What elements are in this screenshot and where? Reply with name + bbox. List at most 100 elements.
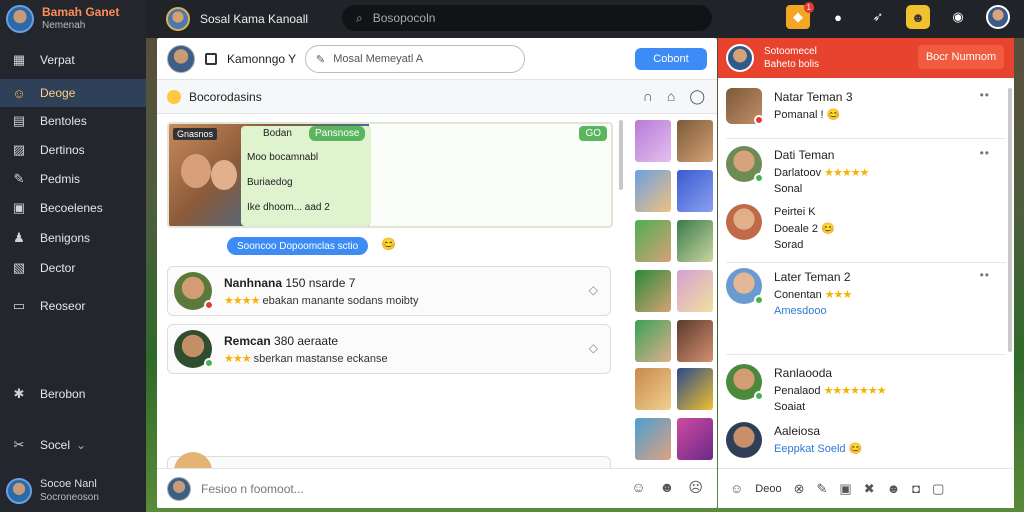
emoji-icon: 😊 [826, 109, 841, 121]
post-action-badge[interactable]: GO [579, 126, 607, 141]
post-line: Buriaedog [247, 177, 293, 188]
photo-thumb[interactable] [635, 220, 671, 262]
block-icon[interactable]: ⊗ [794, 481, 805, 497]
sidebar-item-becoelenes[interactable]: ▣ Becoelenes [0, 194, 146, 222]
photo-thumb[interactable] [635, 170, 671, 212]
friend-detail: Soaiat [774, 401, 806, 413]
friend-item[interactable]: Dati Teman Darlatoov ★★★★★ Sonal •• [726, 146, 1002, 195]
item-subtitle: sberkan mastanse eckanse [253, 352, 388, 365]
composer-input[interactable]: Fesioo n foomoot... [201, 482, 304, 496]
select-checkbox[interactable] [205, 52, 217, 65]
search-input[interactable]: ⌕ Bosopocoln [342, 5, 712, 31]
emoji-icon[interactable]: ☺ [631, 479, 645, 496]
connect-button[interactable]: Cobont [635, 48, 707, 70]
more-icon[interactable]: •• [980, 268, 990, 282]
photo-thumb[interactable] [677, 270, 713, 312]
reaction-icon[interactable]: ☹ [688, 479, 703, 496]
photo-thumb[interactable] [677, 220, 713, 262]
person-icon: ♟ [13, 230, 25, 245]
toolbar-label[interactable]: Deoo [755, 483, 781, 495]
delete-icon[interactable]: ✖ [864, 481, 875, 497]
avatar [726, 204, 762, 240]
chevron-down-icon: ⌄ [76, 438, 87, 452]
suggestion-pill[interactable]: Sooncoo Dopoomclas sctio [227, 237, 369, 255]
rocket-icon[interactable]: ➶ [866, 5, 890, 29]
emoji-icon [167, 89, 181, 104]
photo-thumb[interactable] [677, 418, 713, 460]
sidebar-item-dertinos[interactable]: ▨ Dertinos [0, 136, 146, 164]
more-icon[interactable]: •• [980, 146, 990, 160]
friend-item[interactable]: Later Teman 2 Conentan ★★★ Amesdooo •• [726, 268, 1002, 317]
sidebar-item-berobon[interactable]: ✱ Berobon [0, 380, 146, 408]
avatar [174, 330, 214, 368]
sidebar-item-deoge[interactable]: ☺ Deoge [0, 79, 146, 107]
sidebar-item-reoseor[interactable]: ▭ Reoseor [0, 292, 146, 320]
user-avatar[interactable] [986, 5, 1010, 29]
friend-item[interactable]: Peirtei K Doeale 2 😊 Sorad [726, 204, 1002, 251]
sticker-icon[interactable]: ☻ [660, 479, 675, 496]
pencil-icon[interactable]: ✎ [816, 481, 827, 497]
photo-thumb[interactable] [677, 368, 713, 410]
post-badge[interactable]: Pansnose [309, 126, 366, 141]
sidebar-profile[interactable]: Bamah Ganet Nemenah [0, 0, 146, 38]
friend-status: Eeppkat Soeld [774, 443, 846, 455]
lock-icon[interactable]: ◘ [912, 481, 920, 496]
emoji-icon[interactable]: ☺ [730, 481, 743, 496]
avatar [726, 88, 764, 125]
friend-status: Doeale 2 [774, 223, 819, 235]
more-icon[interactable]: •• [980, 88, 990, 102]
sidebar-item-socel[interactable]: ✂ Socel ⌄ [0, 431, 146, 459]
avatar[interactable] [166, 7, 190, 31]
list-item[interactable]: Nanhnana 150 nsarde 7 ★★★★ ebakan manant… [167, 266, 611, 316]
friend-item[interactable]: Ranlaooda Penalaod ★★★★★★★ Soaiat [726, 364, 1002, 413]
featured-post[interactable]: Gnasnos Moo bocamnabl Buriaedog Ike dhoo… [167, 122, 613, 228]
headphones-icon[interactable]: ∩ [643, 88, 653, 105]
divider [726, 354, 1006, 355]
sidebar-item-label: Socel [40, 438, 71, 452]
photo-thumb[interactable] [677, 120, 713, 162]
sticker-icon[interactable]: ☻ [887, 481, 901, 496]
photo-thumb[interactable] [635, 270, 671, 312]
emoji-icon[interactable]: ☻ [906, 5, 930, 29]
expand-icon[interactable]: ▢ [932, 481, 944, 497]
item-subtitle: ebakan manante sodans moibty [262, 294, 419, 307]
photo-thumb[interactable] [677, 320, 713, 362]
photo-thumb[interactable] [635, 368, 671, 410]
sidebar-item-pedmis[interactable]: ✎ Pedmis [0, 165, 146, 193]
list-item[interactable]: Remcan 380 aeraate ★★★ sberkan mastanse … [167, 324, 611, 374]
status-input[interactable]: ✎ Mosal Memeyatl A [305, 45, 525, 73]
section-title: Bocorodasins [189, 89, 262, 104]
item-meta: 150 nsarde 7 [285, 275, 356, 290]
sidebar-item-label: Bentoles [40, 114, 87, 128]
tag-icon[interactable]: ◇ [589, 341, 598, 355]
photo-thumb[interactable] [635, 320, 671, 362]
sidebar-item-benigons[interactable]: ♟ Benigons [0, 224, 146, 252]
sidebar-user[interactable]: Socoe Nanl Socroneoson [6, 478, 99, 504]
settings-icon[interactable]: ◉ [946, 5, 970, 29]
scrollbar[interactable] [619, 120, 623, 190]
message-icon[interactable]: ● [826, 5, 850, 29]
panel-action-button[interactable]: Bocr Numnom [918, 45, 1004, 69]
friend-name: Ranlaooda [774, 366, 833, 380]
sidebar-item-verpat[interactable]: ▦ Verpat [0, 46, 146, 74]
rating-stars: ★★★ [224, 352, 252, 365]
header-name[interactable]: Kamonngo Y [227, 52, 296, 66]
scrollbar[interactable] [1008, 88, 1012, 352]
image-icon[interactable]: ▣ [839, 481, 851, 497]
sidebar-item-bentoles[interactable]: ▤ Bentoles [0, 107, 146, 135]
friend-item[interactable]: Natar Teman 3 Pomanal ! 😊 •• [726, 88, 1002, 125]
item-name: Nanhnana [224, 275, 283, 290]
friend-status: Penalaod [774, 385, 821, 397]
photo-thumb[interactable] [635, 120, 671, 162]
tag-icon[interactable]: ◇ [589, 283, 598, 297]
friend-item[interactable]: Aaleiosa Eeppkat Soeld 😊 [726, 422, 1002, 458]
chat-icon[interactable]: ◯ [689, 88, 705, 105]
photo-thumb[interactable] [635, 418, 671, 460]
avatar [726, 268, 764, 305]
notification-icon[interactable]: ◆ 1 [786, 2, 814, 29]
photo-thumb[interactable] [677, 170, 713, 212]
sidebar-item-dector[interactable]: ▧ Dector [0, 254, 146, 282]
photo-grid [627, 116, 715, 468]
smile-icon: ☺ [12, 85, 26, 101]
home-icon[interactable]: ⌂ [667, 88, 675, 105]
